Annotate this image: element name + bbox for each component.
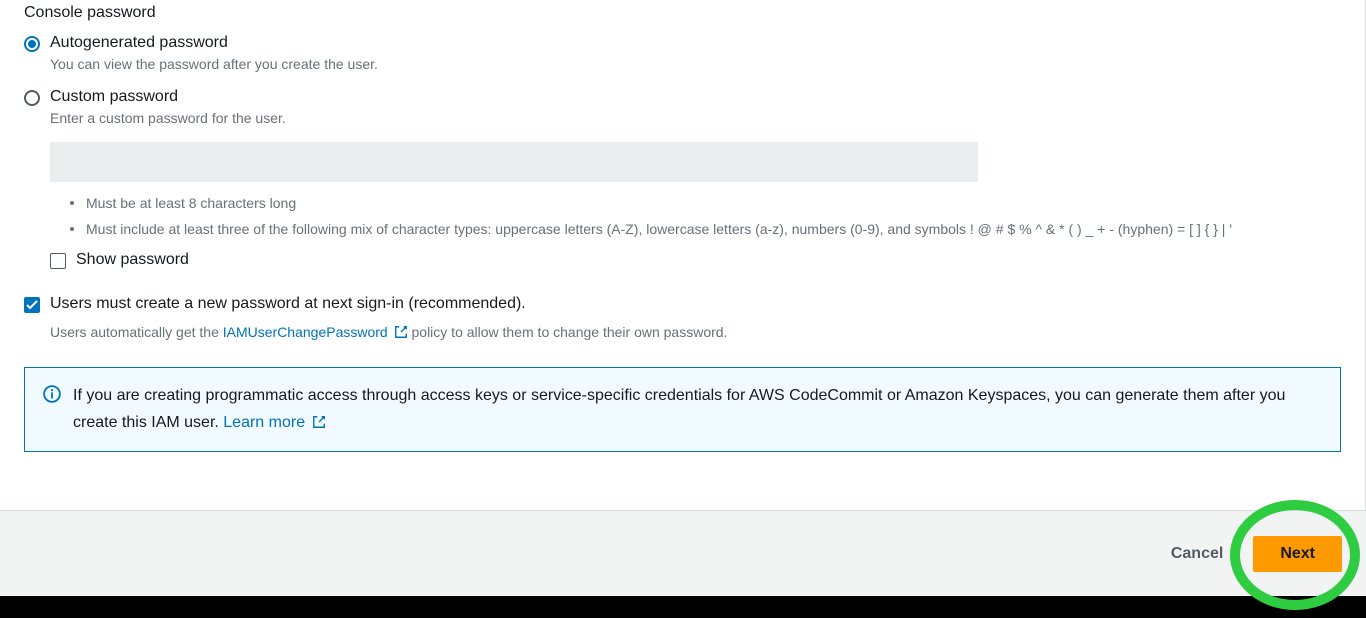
learn-more-text: Learn more [223,414,305,431]
policy-link[interactable]: IAMUserChangePassword [223,324,408,340]
show-password-checkbox-row[interactable]: Show password [50,251,1341,269]
password-requirements: Must be at least 8 characters long Must … [70,192,1341,241]
external-link-icon [312,415,326,429]
section-title: Console password [24,0,1341,22]
custom-password-input[interactable] [50,142,978,182]
radio-custom-label[interactable]: Custom password [50,88,178,106]
checkbox-icon[interactable] [50,253,66,269]
next-button[interactable]: Next [1253,536,1342,572]
footer-bar: Cancel Next [0,510,1366,596]
must-reset-desc: Users automatically get the IAMUserChang… [50,321,1341,343]
must-reset-desc-before: Users automatically get the [50,324,223,340]
bottom-strip [0,596,1366,618]
show-password-label[interactable]: Show password [76,251,189,269]
info-box: If you are creating programmatic access … [24,367,1341,451]
requirement-item: Must be at least 8 characters long [70,192,1341,214]
must-reset-checkbox-row[interactable]: Users must create a new password at next… [24,295,1341,313]
info-text: If you are creating programmatic access … [73,382,1322,436]
must-reset-label[interactable]: Users must create a new password at next… [50,295,526,313]
radio-custom[interactable]: Custom password [24,88,1341,106]
policy-link-text: IAMUserChangePassword [223,324,388,340]
cancel-button[interactable]: Cancel [1151,537,1243,571]
requirement-item: Must include at least three of the follo… [70,218,1341,240]
requirement-text: Must be at least 8 characters long [86,192,304,214]
radio-dot-icon [28,40,36,48]
radio-autogenerated-desc: You can view the password after you crea… [50,56,1341,72]
custom-password-field-wrap [50,142,1341,182]
bullet-icon [70,201,74,205]
bullet-icon [70,227,74,231]
external-link-icon [394,325,408,339]
must-reset-desc-after: policy to allow them to change their own… [408,324,728,340]
console-password-panel: Console password Autogenerated password … [0,0,1366,510]
requirement-text: Must include at least three of the follo… [86,218,1240,240]
radio-icon[interactable] [24,36,40,52]
learn-more-link[interactable]: Learn more [223,414,325,431]
checkbox-icon[interactable] [24,297,40,313]
radio-custom-desc: Enter a custom password for the user. [50,110,1341,126]
radio-autogenerated-label[interactable]: Autogenerated password [50,34,228,52]
radio-icon[interactable] [24,90,40,106]
radio-autogenerated[interactable]: Autogenerated password [24,34,1341,52]
info-icon [43,385,61,406]
check-icon [26,300,38,310]
